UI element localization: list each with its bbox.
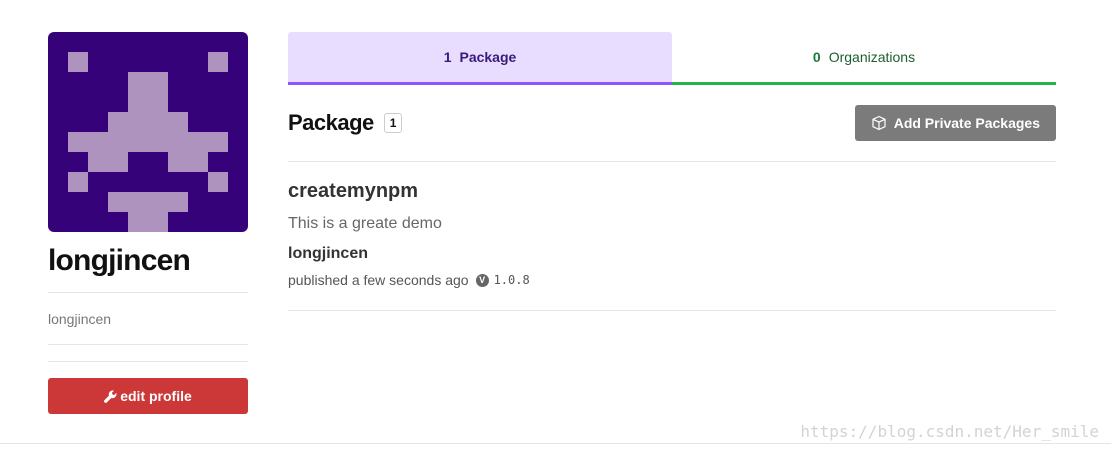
wrench-icon (104, 389, 117, 403)
tab-packages[interactable]: 1 Package (288, 32, 672, 85)
profile-username: longjincen (48, 311, 112, 327)
packages-title-group: Package 1 (288, 110, 403, 136)
avatar-pixel (88, 152, 128, 172)
avatar-pixel (68, 172, 88, 192)
edit-profile-label: edit profile (120, 388, 192, 404)
divider (48, 344, 248, 345)
package-version: 1.0.8 (493, 273, 530, 287)
edit-profile-button[interactable]: edit profile (48, 378, 248, 414)
avatar-pixel (108, 112, 188, 132)
package-published-time: published a few seconds ago (288, 272, 469, 288)
add-private-packages-label: Add Private Packages (893, 115, 1040, 131)
avatar-pixel (208, 52, 228, 72)
packages-header: Package 1 Add Private Packages (288, 105, 1056, 141)
tab-count: 0 (812, 49, 821, 65)
main-content: 1 Package 0 Organizations Package 1 Add … (288, 32, 1056, 311)
avatar-pixel (168, 152, 208, 172)
profile-tabs: 1 Package 0 Organizations (288, 32, 1056, 85)
package-name-link[interactable]: createmynpm (288, 179, 1056, 203)
profile-display-name: longjincen (48, 244, 191, 277)
avatar-pixel (68, 132, 228, 152)
package-box-icon (872, 115, 886, 131)
avatar-pixel (68, 52, 88, 72)
avatar-pixel (208, 172, 228, 192)
avatar-pixel (128, 72, 168, 112)
package-author-link[interactable]: longjincen (288, 244, 1056, 264)
divider (48, 361, 248, 362)
tab-organizations[interactable]: 0 Organizations (672, 32, 1056, 85)
tab-label: Organizations (828, 49, 916, 65)
packages-count-badge: 1 (383, 113, 403, 133)
packages-title: Package (288, 110, 374, 135)
avatar-pixel (108, 192, 188, 212)
avatar (48, 32, 248, 232)
package-list-item: createmynpm This is a greate demo longji… (288, 162, 1056, 311)
add-private-packages-button[interactable]: Add Private Packages (854, 105, 1056, 141)
watermark: https://blog.csdn.net/Her_smile (800, 422, 1099, 441)
footer-divider (0, 443, 1111, 444)
version-icon: V (475, 273, 489, 287)
avatar-pixel (128, 212, 168, 232)
profile-sidebar: longjincen longjincen edit profile (48, 32, 248, 414)
tab-label: Package (459, 49, 517, 65)
package-description: This is a greate demo (288, 215, 442, 232)
tab-count: 1 (443, 49, 452, 65)
package-meta: published a few seconds ago V 1.0.8 (288, 271, 1056, 289)
